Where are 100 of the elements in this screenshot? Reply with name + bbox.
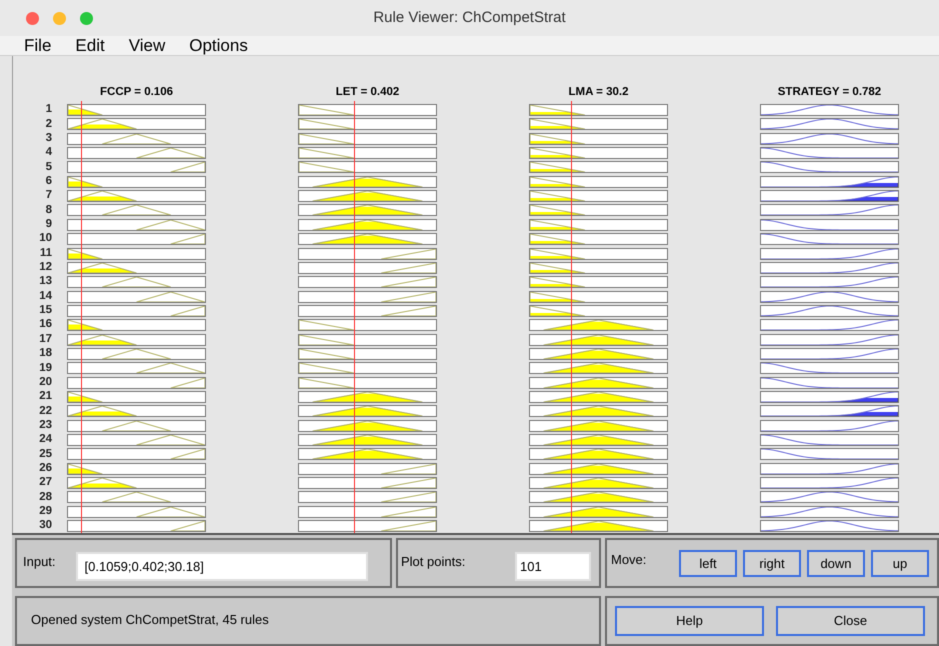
move-button[interactable]: left xyxy=(679,550,737,578)
move-button[interactable]: right xyxy=(743,550,801,578)
variable-label: LMA = 30.2 xyxy=(568,87,628,99)
input-value-line[interactable] xyxy=(570,100,572,534)
membership-curve xyxy=(380,277,436,288)
rule-number: 30 xyxy=(39,520,52,532)
membership-curve xyxy=(380,306,436,316)
rule-number: 29 xyxy=(39,506,52,518)
membership-curve xyxy=(136,363,205,374)
input-field[interactable]: [0.1059;0.402;30.18] xyxy=(76,552,368,582)
membership-curve xyxy=(136,220,205,230)
rule-number: 3 xyxy=(46,133,52,145)
membership-curve xyxy=(530,119,586,130)
menu-item[interactable]: Edit xyxy=(75,36,105,54)
variable-label: FCCP = 0.106 xyxy=(100,87,173,99)
rule-number: 27 xyxy=(39,477,52,489)
membership-curve xyxy=(68,119,137,130)
membership-curve xyxy=(68,105,103,116)
rule-number: 6 xyxy=(46,176,52,188)
membership-curve xyxy=(530,162,586,172)
membership-curve xyxy=(299,105,354,116)
membership-curve xyxy=(299,348,354,359)
membership-curve xyxy=(299,148,354,158)
move-button[interactable]: up xyxy=(871,550,929,578)
membership-curve xyxy=(530,191,586,202)
rule-number: 2 xyxy=(46,118,52,130)
move-button[interactable]: down xyxy=(807,550,865,578)
rule-number: 16 xyxy=(39,319,52,331)
membership-curve xyxy=(102,277,172,288)
input-label: Input: xyxy=(23,553,56,572)
membership-curve xyxy=(68,392,103,402)
membership-curve xyxy=(299,334,354,345)
membership-curve xyxy=(68,248,103,259)
rule-number: 21 xyxy=(39,391,52,403)
membership-curve xyxy=(170,378,205,388)
membership-curve xyxy=(299,378,354,388)
rule-number: 12 xyxy=(39,262,52,274)
plot-points-field[interactable]: 101 xyxy=(515,552,591,582)
membership-curve xyxy=(170,306,205,316)
variable-label: LET = 0.402 xyxy=(336,87,400,99)
rule-number: 11 xyxy=(40,248,52,260)
membership-curve xyxy=(530,262,586,273)
membership-curve xyxy=(102,205,172,216)
rule-number: 22 xyxy=(39,406,52,418)
membership-curve xyxy=(136,292,205,302)
window-title: Rule Viewer: ChCompetStrat xyxy=(373,8,566,28)
membership-curve xyxy=(136,506,205,517)
membership-curve xyxy=(102,348,172,359)
dialog-button[interactable]: Close xyxy=(776,606,925,636)
membership-curve xyxy=(380,521,436,532)
membership-curve xyxy=(68,406,137,416)
membership-curve xyxy=(68,191,137,202)
input-value-line[interactable] xyxy=(354,100,356,534)
membership-curve xyxy=(530,176,586,187)
membership-curve xyxy=(102,420,172,431)
rule-number: 28 xyxy=(39,492,52,504)
membership-curve xyxy=(530,306,586,316)
membership-curve xyxy=(299,363,354,374)
membership-curve xyxy=(530,292,586,302)
membership-curve xyxy=(136,434,205,445)
membership-curve xyxy=(380,464,436,474)
membership-curve xyxy=(530,205,586,216)
window-control-icon[interactable] xyxy=(26,12,39,25)
dialog-button[interactable]: Help xyxy=(615,606,764,636)
membership-curve xyxy=(530,248,586,259)
rule-number: 8 xyxy=(46,204,52,216)
membership-curve xyxy=(530,220,586,230)
membership-curve xyxy=(530,105,586,116)
menu-item[interactable]: File xyxy=(24,36,52,54)
membership-curve xyxy=(170,521,205,532)
membership-curve xyxy=(299,162,354,172)
rule-number: 4 xyxy=(46,147,52,159)
membership-curve xyxy=(299,134,354,144)
membership-curve xyxy=(530,277,586,288)
rule-number: 18 xyxy=(39,348,52,360)
membership-curve xyxy=(380,492,436,502)
membership-curve xyxy=(170,449,205,460)
menu-item[interactable]: View xyxy=(128,36,166,54)
membership-curve xyxy=(170,234,205,244)
membership-curve xyxy=(380,506,436,517)
rule-number: 20 xyxy=(39,376,52,388)
membership-curve xyxy=(299,320,354,330)
rule-number: 1 xyxy=(46,104,52,116)
rule-number: 26 xyxy=(39,462,52,474)
membership-curve xyxy=(102,134,172,144)
plot-points-label: Plot points: xyxy=(401,553,466,572)
membership-curve xyxy=(530,234,586,244)
variable-label: STRATEGY = 0.782 xyxy=(778,87,882,99)
membership-curve xyxy=(530,148,586,158)
menu-item[interactable]: Options xyxy=(189,36,248,54)
membership-curve xyxy=(380,248,436,259)
membership-curve xyxy=(380,292,436,302)
input-value-line[interactable] xyxy=(80,100,82,534)
membership-curve xyxy=(380,262,436,273)
rule-number: 7 xyxy=(46,190,52,202)
rule-number: 17 xyxy=(39,334,52,346)
membership-curve xyxy=(68,262,137,273)
membership-curve xyxy=(299,119,354,130)
status-message: Opened system ChCompetStrat, 45 rules xyxy=(31,612,269,628)
rule-number: 24 xyxy=(39,434,52,446)
